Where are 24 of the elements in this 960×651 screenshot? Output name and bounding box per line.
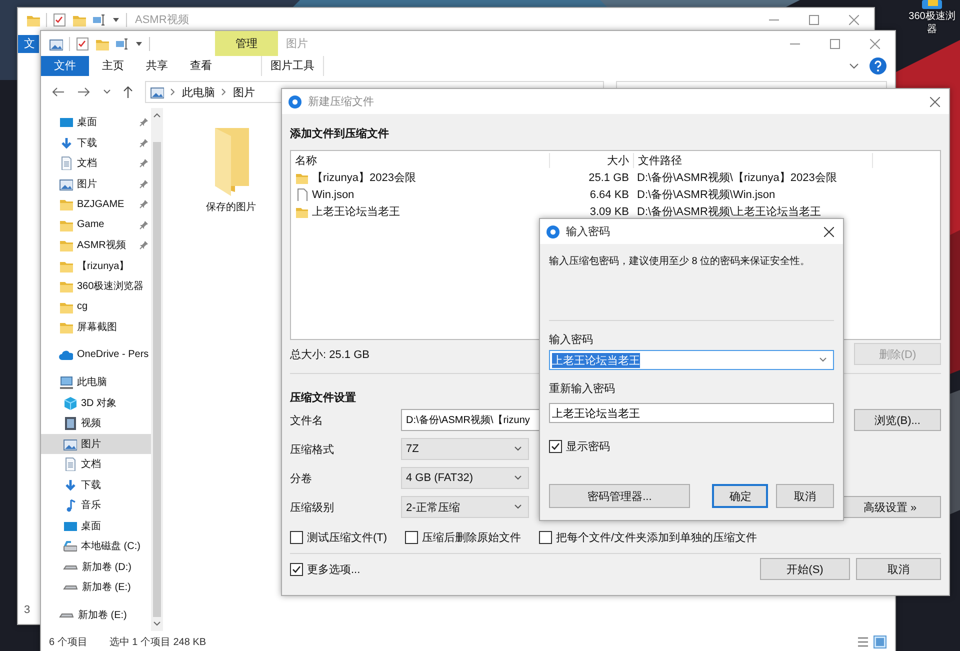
table-cell-text: D:\备份\ASMR视频\【rizunya】2023会限 [636,170,838,185]
field-label: 压缩级别 [290,500,335,514]
field-label: 文件名 [290,414,324,428]
dialog-title: 输入密码 [566,224,610,239]
table-cell-text: D:\备份\ASMR视频\上老王论坛当老王 [636,205,822,219]
status-text: 选中 1 个项目 248 KB [109,636,206,649]
table-cell-text: D:\备份\ASMR视频\Win.json [636,188,776,202]
table-cell-text: 6.64 KB [588,188,630,200]
section-heading: 压缩文件设置 [290,390,356,404]
window-title: 图片 [286,37,308,51]
table-cell-text: 25.1 GB [588,172,630,184]
instruction-text: 输入压缩包密码，建议使用至少 8 位的密码来保证安全性。 [549,254,812,268]
total-size: 总大小: 25.1 GB [290,348,370,362]
field-label: 输入密码 [549,332,594,346]
context-tab-header: 管理 [215,31,278,56]
table-cell-text: 3.09 KB [588,206,630,218]
field-label: 重新输入密码 [549,382,616,395]
window-title: ASMR视频 [135,13,189,27]
status-text: 6 个项目 [49,636,88,649]
status-text: 3 [23,604,32,618]
field-label: 压缩格式 [290,442,335,456]
field-label: 分卷 [290,472,313,486]
dialog-title: 新建压缩文件 [308,94,374,109]
section-heading: 添加文件到压缩文件 [290,126,389,140]
